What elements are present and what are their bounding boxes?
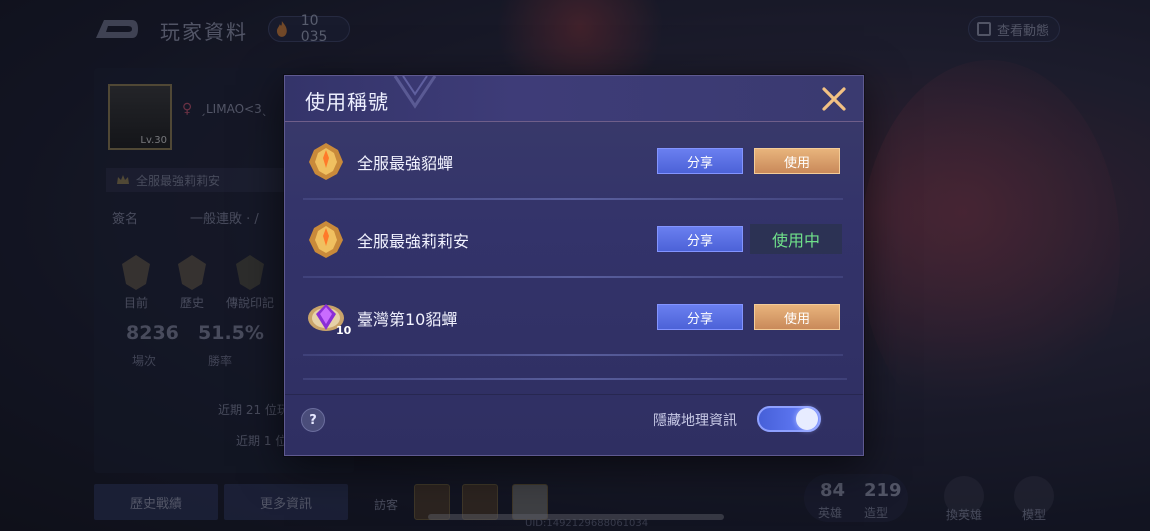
dialog-header: 使用稱號 <box>285 76 863 122</box>
badge-rank-number: 10 <box>336 324 352 337</box>
title-item: 10 臺灣第10貂蟬 分享 使用 <box>299 278 847 356</box>
title-item: 全服最強貂蟬 分享 使用 <box>299 122 847 200</box>
close-icon[interactable] <box>821 86 847 112</box>
help-button[interactable]: ? <box>301 408 325 432</box>
use-title-dialog: 使用稱號 全服最強貂蟬 分享 使用 全服最強莉莉安 分享 使用中 10 臺灣第1… <box>284 75 864 456</box>
title-name: 全服最強莉莉安 <box>357 232 470 251</box>
hide-location-toggle[interactable] <box>757 406 821 432</box>
gold-crest-icon <box>309 221 343 258</box>
use-button[interactable]: 使用 <box>754 304 840 330</box>
in-use-status: 使用中 <box>750 224 842 254</box>
item-divider <box>303 378 847 380</box>
title-name: 全服最強貂蟬 <box>357 154 454 173</box>
share-button[interactable]: 分享 <box>657 148 743 174</box>
share-button[interactable]: 分享 <box>657 304 743 330</box>
hide-location-label: 隱藏地理資訊 <box>653 413 737 429</box>
gold-crest-icon <box>309 143 343 180</box>
toggle-knob <box>796 408 818 430</box>
title-name: 臺灣第10貂蟬 <box>357 310 458 329</box>
title-item: 全服最強莉莉安 分享 使用中 <box>299 200 847 278</box>
item-divider <box>303 354 843 356</box>
header-ornament-icon <box>393 76 437 109</box>
footer-separator <box>285 394 863 395</box>
use-button[interactable]: 使用 <box>754 148 840 174</box>
dialog-title: 使用稱號 <box>305 90 389 114</box>
share-button[interactable]: 分享 <box>657 226 743 252</box>
